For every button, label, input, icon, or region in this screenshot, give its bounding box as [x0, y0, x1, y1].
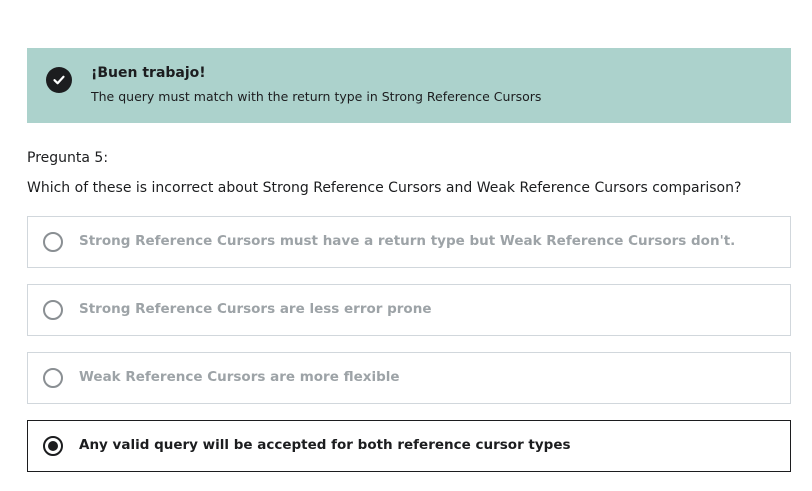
answer-option-1[interactable]: Strong Reference Cursors must have a ret…: [27, 216, 791, 268]
feedback-title: ¡Buen trabajo!: [91, 65, 206, 81]
answer-option-label: Any valid query will be accepted for bot…: [79, 437, 571, 453]
answer-option-4[interactable]: Any valid query will be accepted for bot…: [27, 420, 791, 472]
answer-option-label: Strong Reference Cursors must have a ret…: [79, 233, 736, 249]
question-text: Which of these is incorrect about Strong…: [27, 180, 742, 196]
answer-option-label: Weak Reference Cursors are more flexible: [79, 369, 400, 385]
question-number: Pregunta 5:: [27, 150, 109, 166]
checkmark-icon: [53, 75, 65, 85]
radio-button-selected[interactable]: [43, 436, 63, 456]
answer-option-label: Strong Reference Cursors are less error …: [79, 301, 432, 317]
radio-button[interactable]: [43, 368, 63, 388]
check-circle-icon: [46, 67, 72, 93]
feedback-banner: ¡Buen trabajo! The query must match with…: [27, 48, 791, 123]
answer-option-2[interactable]: Strong Reference Cursors are less error …: [27, 284, 791, 336]
radio-button[interactable]: [43, 300, 63, 320]
answer-option-3[interactable]: Weak Reference Cursors are more flexible: [27, 352, 791, 404]
radio-button[interactable]: [43, 232, 63, 252]
feedback-message: The query must match with the return typ…: [91, 89, 542, 104]
